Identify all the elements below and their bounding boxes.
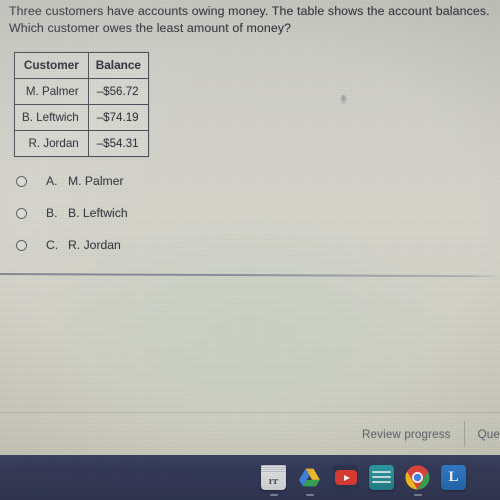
choice-option-c[interactable]: C. R. Jordan (16, 229, 128, 261)
screen-smudge-artifact (340, 95, 347, 104)
google-drive-app-icon[interactable] (297, 465, 322, 496)
youtube-icon-glyph (334, 470, 357, 485)
question-line-2: Which customer owes the least amount of … (9, 21, 292, 35)
google-chrome-app-icon[interactable] (405, 465, 430, 496)
choice-letter: C. (46, 238, 59, 252)
column-header-balance: Balance (87, 52, 149, 79)
youtube-app-icon[interactable] (333, 465, 358, 490)
choice-label: B. Leftwich (68, 206, 128, 220)
teal-notes-app-icon[interactable] (369, 465, 394, 490)
app-running-indicator (305, 494, 314, 496)
next-question-button[interactable]: Que (465, 428, 500, 441)
cell-balance: –$56.72 (87, 78, 149, 105)
play-triangle-icon (343, 474, 350, 481)
review-progress-button[interactable]: Review progress (349, 428, 464, 441)
blue-l-app-icon[interactable]: L (441, 465, 466, 490)
choice-letter: A. (46, 174, 58, 188)
question-line-1: Three customers have accounts owing mone… (9, 4, 490, 18)
teal-icon-line (372, 471, 391, 473)
question-text: Three customers have accounts owing mone… (9, 3, 493, 37)
blue-l-icon-label: L (448, 469, 459, 485)
table-row: M. Palmer –$56.72 (14, 78, 149, 105)
horizontal-divider (0, 273, 500, 278)
radio-button-icon[interactable] (16, 239, 27, 251)
chrome-icon-glyph (405, 465, 430, 490)
screen-photo: Three customers have accounts owing mone… (0, 0, 500, 500)
choice-label: M. Palmer (68, 174, 124, 188)
taskbar-dock: rr L (0, 455, 500, 500)
choice-letter: B. (46, 206, 58, 220)
balances-table-wrapper: Customer Balance M. Palmer –$56.72 B. Le… (14, 52, 149, 157)
choice-option-a[interactable]: A. M. Palmer (16, 165, 128, 197)
table-row: B. Leftwich –$74.19 (14, 104, 149, 131)
app-running-indicator (413, 494, 422, 496)
document-app-icon[interactable]: rr (261, 465, 286, 496)
document-icon-lines (261, 465, 286, 472)
answer-choices: A. M. Palmer B. B. Leftwich C. R. Jordan (16, 165, 128, 261)
radio-button-icon[interactable] (16, 175, 27, 187)
choice-label: R. Jordan (68, 238, 121, 252)
cell-balance: –$74.19 (87, 104, 149, 131)
table-row: R. Jordan –$54.31 (14, 130, 149, 157)
teal-icon-line (372, 481, 391, 483)
radio-button-icon[interactable] (16, 207, 27, 219)
column-header-customer: Customer (14, 52, 89, 79)
cell-customer: M. Palmer (14, 78, 89, 105)
drive-icon-glyph (299, 468, 320, 487)
balances-table: Customer Balance M. Palmer –$56.72 B. Le… (14, 52, 149, 157)
table-header-row: Customer Balance (14, 52, 149, 79)
teal-icon-line (372, 476, 391, 478)
cell-customer: R. Jordan (14, 130, 89, 157)
dock-icon-list: rr L (258, 455, 500, 500)
cell-balance: –$54.31 (87, 130, 149, 157)
app-running-indicator (269, 494, 278, 496)
choice-option-b[interactable]: B. B. Leftwich (16, 197, 128, 229)
cell-customer: B. Leftwich (14, 104, 89, 131)
document-icon-label: rr (268, 475, 279, 487)
action-bar: Review progress Que (0, 413, 500, 455)
